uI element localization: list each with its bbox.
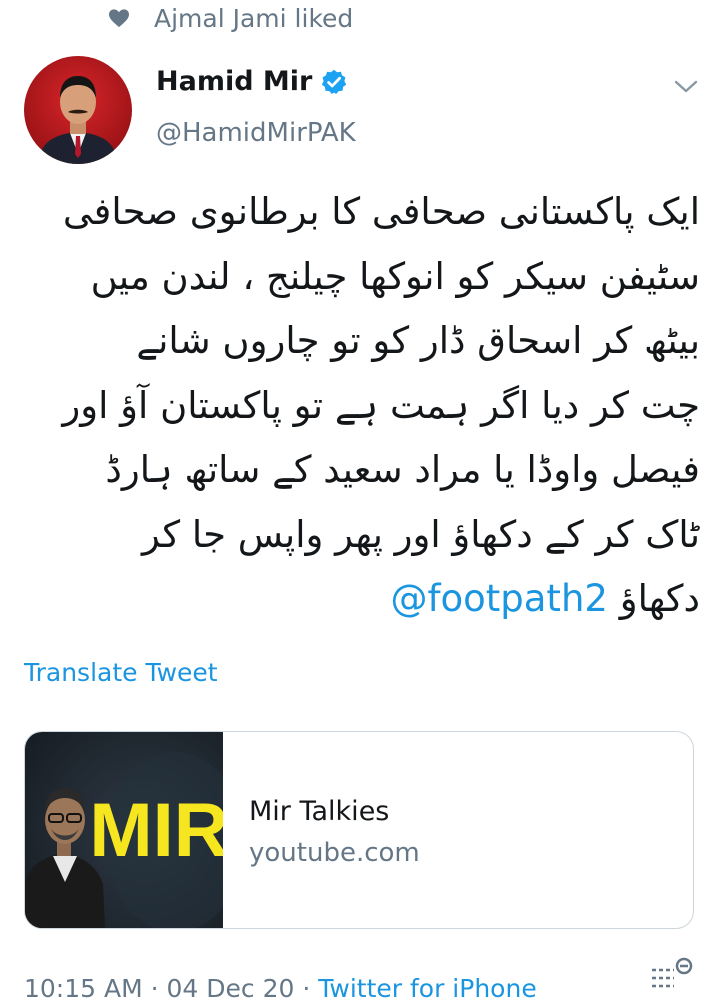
translate-tweet-link[interactable]: Translate Tweet xyxy=(24,658,218,687)
social-context: Ajmal Jami liked xyxy=(108,2,353,34)
tweet-line: چت کر دیا اگر ہمت ہے تو پاکستان آؤ اور xyxy=(62,383,700,427)
tweet-line: دکھاؤ xyxy=(619,577,700,620)
author-name-row[interactable]: Hamid Mir xyxy=(156,66,348,97)
card-thumbnail-logo-text: MIR xyxy=(89,788,223,873)
tweet-line: فیصل واوڈا یا مراد سعید کے ساتھ ہارڈ xyxy=(105,448,700,491)
author-handle[interactable]: @HamidMirPAK xyxy=(156,118,356,148)
chevron-down-icon xyxy=(674,80,698,93)
view-analytics-button[interactable] xyxy=(648,956,696,996)
tweet-line: سٹیفن سیکر کو انوکھا چیلنج ، لندن میں xyxy=(90,254,700,298)
tweet-meta: 10:15 AM · 04 Dec 20 · Twitter for iPhon… xyxy=(24,974,537,1003)
link-card[interactable]: MIR Mir Talkies youtube.com xyxy=(24,731,694,929)
tweet-text: ایک پاکستانی صحافی کا برطانوی صحافی سٹیف… xyxy=(22,180,700,632)
tweet-last-line: دکھاؤ @footpath2 xyxy=(22,567,700,632)
heart-icon xyxy=(108,6,132,30)
analytics-icon xyxy=(652,957,693,988)
avatar[interactable] xyxy=(24,56,132,164)
verified-badge-icon xyxy=(320,68,348,96)
mention-link[interactable]: @footpath2 xyxy=(390,577,607,620)
tweet-line: ایک پاکستانی صحافی کا برطانوی صحافی xyxy=(62,190,700,233)
author-name[interactable]: Hamid Mir xyxy=(156,66,312,97)
more-options-button[interactable] xyxy=(670,74,702,100)
card-domain: youtube.com xyxy=(249,838,420,868)
liked-by-text: Ajmal Jami liked xyxy=(154,3,354,33)
card-thumbnail: MIR xyxy=(25,732,223,928)
tweet-line: بیٹھ کر اسحاق ڈار کو تو چاروں شانے xyxy=(136,319,700,362)
tweet-source-link[interactable]: Twitter for iPhone xyxy=(318,974,536,1003)
tweet-timestamp[interactable]: 10:15 AM · 04 Dec 20 · xyxy=(24,974,318,1003)
tweet-line: ٹاک کر کے دکھاؤ اور پھر واپس جا کر xyxy=(142,512,700,556)
card-title[interactable]: Mir Talkies xyxy=(249,796,389,827)
